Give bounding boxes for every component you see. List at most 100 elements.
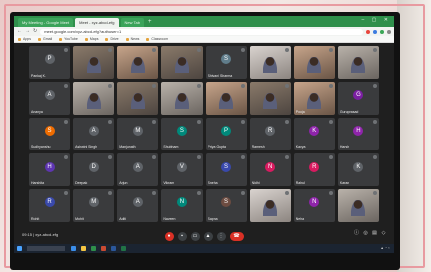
mic-muted-icon	[284, 48, 289, 52]
office-icon[interactable]	[101, 246, 106, 251]
browser-tab[interactable]: My Meeting - Google Meet	[18, 18, 74, 27]
participant-tile[interactable]: R Rahul	[293, 153, 335, 187]
participant-name: Sapna	[207, 216, 218, 221]
participant-video	[219, 92, 234, 109]
participant-tile[interactable]: G Guruprasad	[337, 81, 379, 115]
participant-tile[interactable]: S Sneha	[205, 153, 247, 187]
participant-tile[interactable]: N Nidhi	[249, 153, 291, 187]
participant-tile[interactable]	[293, 46, 335, 79]
reload-icon[interactable]: ↻	[33, 27, 37, 36]
participant-tile[interactable]: A Ashwini Singh	[73, 117, 115, 151]
bookmark-item[interactable]: Gmail	[37, 37, 53, 41]
excel-icon[interactable]	[121, 246, 126, 251]
extension-icon[interactable]	[366, 29, 370, 34]
extension-icon[interactable]	[373, 29, 377, 34]
more-options-button[interactable]: ⋮	[216, 231, 226, 241]
mic-muted-icon	[240, 155, 245, 160]
participant-tile[interactable]: H Harsh	[337, 117, 379, 151]
captions-button[interactable]: ▭	[190, 231, 200, 241]
participant-tile[interactable]: A Arjun	[117, 153, 159, 187]
bookmark-item[interactable]: YouTube	[59, 37, 78, 41]
participant-tile[interactable]: S Sudhyanshu	[29, 117, 71, 151]
participant-tile[interactable]: S Shivani Sharma	[205, 46, 247, 79]
participant-tile[interactable]: P Pankaj K.	[29, 46, 71, 79]
participant-tile[interactable]: R Rohit	[29, 189, 71, 222]
present-button[interactable]: ▲	[203, 231, 213, 241]
bookmark-icon	[84, 37, 88, 41]
bookmark-label: Drive	[110, 37, 119, 41]
chrome-icon[interactable]	[91, 246, 96, 251]
participant-tile[interactable]: S Shubham	[161, 117, 203, 151]
participant-tile[interactable]	[337, 189, 379, 222]
bookmark-item[interactable]: Maps	[84, 37, 98, 41]
participant-tile[interactable]	[117, 46, 159, 79]
forward-icon[interactable]: →	[25, 27, 30, 36]
taskbar-search[interactable]	[27, 246, 65, 251]
browser-tab-active[interactable]: Meet - xyz-abcd-efg	[75, 18, 119, 27]
window-controls[interactable]: – ▢ ✕	[362, 17, 391, 23]
mic-muted-icon	[328, 191, 333, 196]
url-field[interactable]: meet.google.com/xyz-abcd-efg?authuser=1	[40, 28, 363, 35]
edge-icon[interactable]	[71, 246, 76, 251]
browser-tab[interactable]: New Tab	[120, 18, 144, 27]
word-icon[interactable]	[111, 246, 116, 251]
mic-muted-icon	[284, 83, 289, 88]
participant-tile[interactable]	[73, 46, 115, 79]
folder-icon[interactable]	[81, 246, 86, 251]
participant-tile[interactable]	[117, 81, 159, 115]
participant-tile[interactable]: P Priya Gupta	[205, 117, 247, 151]
participant-tile[interactable]: M Mohit	[73, 189, 115, 222]
bookmark-item[interactable]: Drive	[105, 37, 119, 41]
participant-tile[interactable]: K Karan	[337, 153, 379, 187]
participant-tile[interactable]	[249, 189, 291, 222]
participant-name: Mohit	[75, 216, 84, 221]
participant-video	[263, 56, 278, 73]
leave-call-button[interactable]: ☎	[229, 231, 244, 241]
info-icon[interactable]: ⓘ	[354, 231, 359, 236]
participant-video	[86, 92, 101, 109]
participant-tile[interactable]	[161, 46, 203, 79]
chat-icon[interactable]: ▤	[372, 231, 377, 236]
participant-tile[interactable]: A Aditi	[117, 189, 159, 222]
participant-name: Pankaj K.	[31, 73, 46, 78]
menu-icon[interactable]	[387, 29, 391, 34]
participant-name: Ashwini Singh	[75, 145, 98, 150]
participant-tile[interactable]: Pooja	[293, 81, 335, 115]
bookmark-label: YouTube	[64, 37, 78, 41]
participant-name: Nidhi	[251, 181, 260, 186]
participant-tile[interactable]: R Ramesh	[249, 117, 291, 151]
mic-muted-icon	[108, 155, 113, 160]
participant-tile[interactable]: N Neha	[293, 189, 335, 222]
system-tray[interactable]: ▲ ◔ ⌁	[380, 244, 390, 253]
bookmark-item[interactable]: Classroom	[146, 37, 168, 41]
new-tab-button[interactable]: +	[146, 18, 154, 27]
participant-video	[174, 56, 189, 73]
profile-icon[interactable]	[380, 29, 384, 34]
participant-tile[interactable]: M Manjunath	[117, 117, 159, 151]
participant-tile[interactable]	[205, 81, 247, 115]
participant-tile[interactable]: D Deepak	[73, 153, 115, 187]
participant-tile[interactable]: N Naveen	[161, 189, 203, 222]
participant-tile[interactable]	[337, 46, 379, 79]
camera-button[interactable]: ▪	[177, 231, 187, 241]
participant-tile[interactable]	[249, 46, 291, 79]
back-icon[interactable]: ←	[17, 27, 22, 36]
people-icon[interactable]: ◎	[363, 231, 368, 236]
participant-avatar: A	[132, 197, 143, 208]
participant-tile[interactable]: S Sapna	[205, 189, 247, 222]
participant-avatar: S	[44, 125, 55, 136]
mic-muted-icon	[328, 48, 333, 52]
mic-off-button[interactable]: ●	[164, 231, 174, 241]
participant-tile[interactable]: H Harshita	[29, 153, 71, 187]
participant-tile[interactable]: A Ananya	[29, 81, 71, 115]
bookmark-item[interactable]: Apps	[18, 37, 31, 41]
participant-tile[interactable]: K Kavya	[293, 117, 335, 151]
bookmark-label: Gmail	[42, 37, 53, 41]
participant-tile[interactable]: V Vikram	[161, 153, 203, 187]
start-icon[interactable]	[17, 246, 22, 251]
activities-icon[interactable]: ◇	[381, 231, 386, 236]
bookmark-item[interactable]: News	[125, 37, 139, 41]
participant-tile[interactable]	[161, 81, 203, 115]
participant-tile[interactable]	[249, 81, 291, 115]
participant-tile[interactable]	[73, 81, 115, 115]
